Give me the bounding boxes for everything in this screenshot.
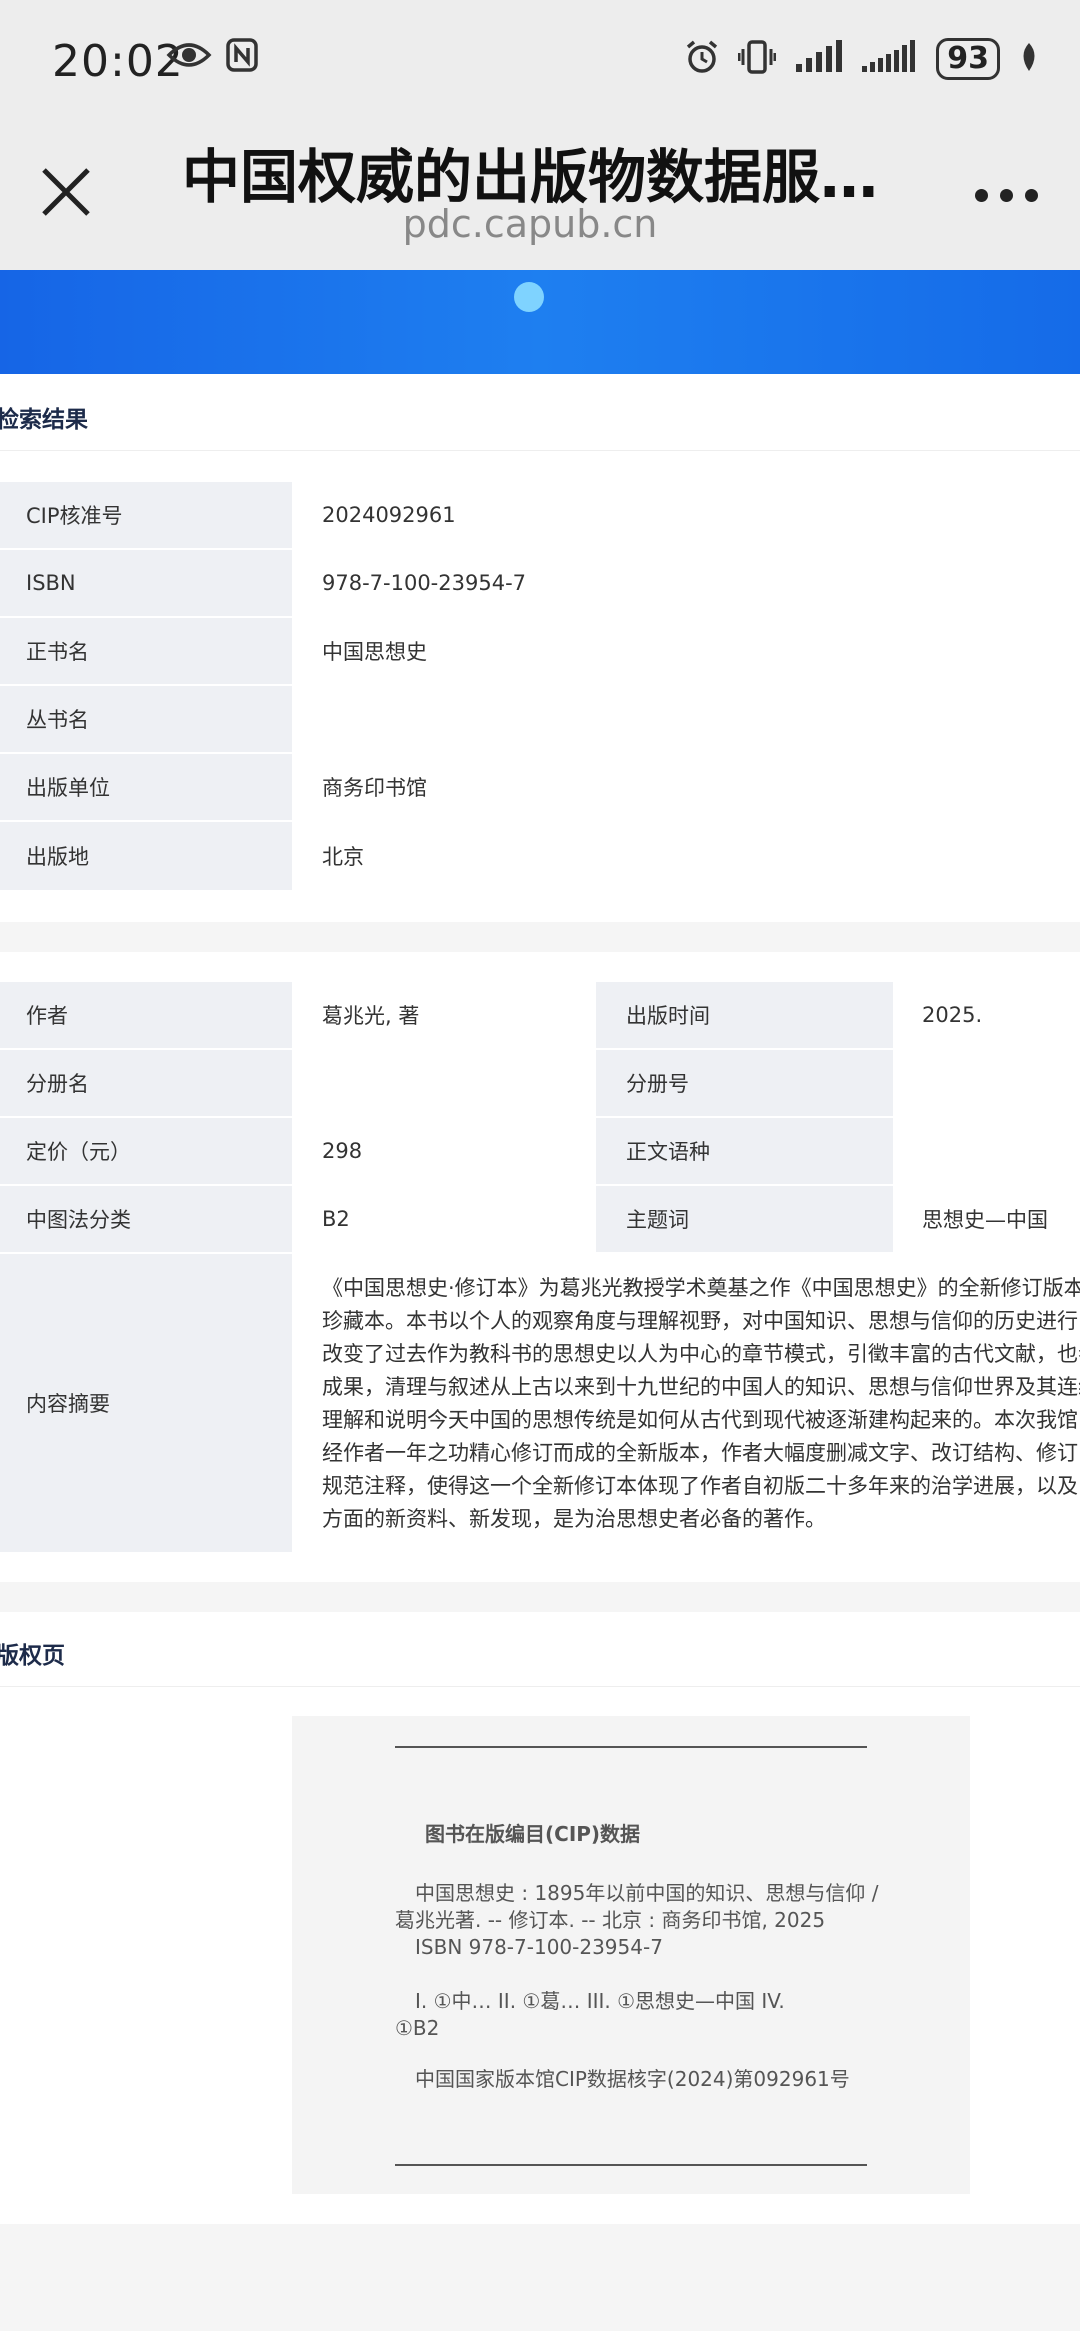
cip-line: 中国思想史 : 1895年以前中国的知识、思想与信仰 / — [395, 1881, 879, 1905]
cip-line: ①B2 — [395, 2016, 440, 2040]
banner-dot — [514, 282, 544, 312]
leaf-icon — [1018, 41, 1040, 77]
field-label: 分册名 — [0, 1050, 292, 1116]
summary-line: 方面的新资料、新发现，是为治思想史者必备的著作。 — [322, 1507, 826, 1531]
summary-text: 《中国思想史·修订本》为葛兆光教授学术奠基之作《中国思想史》的全新修订版本 珍藏… — [322, 1272, 1080, 1536]
summary-line: 改变了过去作为教科书的思想史以人为中心的章节模式，引徵丰富的古代文献，也参 — [322, 1342, 1080, 1366]
section-title: 检索结果 — [0, 407, 88, 433]
field-label: 主题词 — [596, 1186, 893, 1252]
field-label: 正书名 — [0, 618, 292, 684]
field-label: 出版单位 — [0, 754, 292, 820]
field-value: 葛兆光, 著 — [322, 1004, 420, 1028]
field-label: CIP核准号 — [0, 482, 292, 548]
field-value: 北京 — [322, 845, 364, 869]
alarm-icon — [684, 39, 720, 79]
status-bar: 20:02 93 — [0, 0, 1080, 120]
field-label: 出版地 — [0, 822, 292, 890]
cip-line: 葛兆光著. -- 修订本. -- 北京 : 商务印书馆, 2025 — [395, 1908, 826, 1932]
vibrate-icon — [737, 39, 777, 79]
field-value: B2 — [322, 1207, 350, 1231]
section-title: 版权页 — [0, 1643, 65, 1669]
field-value: 思想史—中国 — [922, 1208, 1048, 1232]
divider — [395, 1746, 867, 1748]
nfc-icon — [226, 38, 258, 76]
field-label: 分册号 — [596, 1050, 893, 1116]
summary-line: 珍藏本。本书以个人的观察角度与理解视野，对中国知识、思想与信仰的历史进行 — [322, 1309, 1078, 1333]
field-label: 作者 — [0, 982, 292, 1048]
cip-title: 图书在版编目(CIP)数据 — [425, 1822, 641, 1846]
site-banner — [0, 270, 1080, 374]
eye-icon — [166, 40, 212, 74]
field-value: 中国思想史 — [322, 640, 427, 664]
field-label: 丛书名 — [0, 686, 292, 752]
divider — [395, 2164, 867, 2166]
status-time: 20:02 — [52, 36, 184, 87]
field-label: 中图法分类 — [0, 1186, 292, 1252]
field-label: 正文语种 — [596, 1118, 893, 1184]
close-icon — [42, 168, 90, 216]
field-value: 978-7-100-23954-7 — [322, 571, 527, 595]
cip-line: 中国国家版本馆CIP数据核字(2024)第092961号 — [395, 2067, 850, 2091]
summary-line: 规范注释，使得这一个全新修订本体现了作者自初版二十多年来的治学进展，以及 — [322, 1474, 1078, 1498]
cip-line: I. ①中… II. ①葛… III. ①思想史—中国 IV. — [395, 1989, 785, 2013]
summary-line: 成果，清理与叙述从上古以来到十九世纪的中国人的知识、思想与信仰世界及其连续 — [322, 1375, 1080, 1399]
battery-indicator: 93 — [936, 38, 1000, 80]
more-dot-icon — [999, 188, 1013, 202]
signal-icon-2 — [860, 40, 918, 78]
browser-header: 中国权威的出版物数据服… pdc.capub.cn — [0, 120, 1080, 270]
summary-line: 经作者一年之功精心修订而成的全新版本，作者大幅度删减文字、改订结构、修订 — [322, 1441, 1078, 1465]
summary-label: 内容摘要 — [0, 1254, 292, 1552]
close-button[interactable] — [34, 160, 98, 224]
field-label: ISBN — [0, 550, 292, 616]
field-value: 2025. — [922, 1003, 983, 1027]
signal-icon — [794, 40, 843, 78]
more-dot-icon — [974, 188, 988, 202]
summary-line: 理解和说明今天中国的思想传统是如何从古代到现代被逐渐建构起来的。本次我馆出 — [322, 1408, 1080, 1432]
more-dot-icon — [1024, 188, 1038, 202]
more-options-button[interactable] — [966, 180, 1046, 210]
page-url: pdc.capub.cn — [402, 202, 658, 246]
field-label: 出版时间 — [596, 982, 893, 1048]
field-value: 2024092961 — [322, 503, 456, 527]
field-value: 商务印书馆 — [322, 776, 427, 800]
field-value: 298 — [322, 1139, 363, 1163]
summary-line: 《中国思想史·修订本》为葛兆光教授学术奠基之作《中国思想史》的全新修订版本 — [322, 1276, 1080, 1300]
field-label: 定价（元） — [0, 1118, 292, 1184]
cip-line: ISBN 978-7-100-23954-7 — [395, 1935, 663, 1959]
